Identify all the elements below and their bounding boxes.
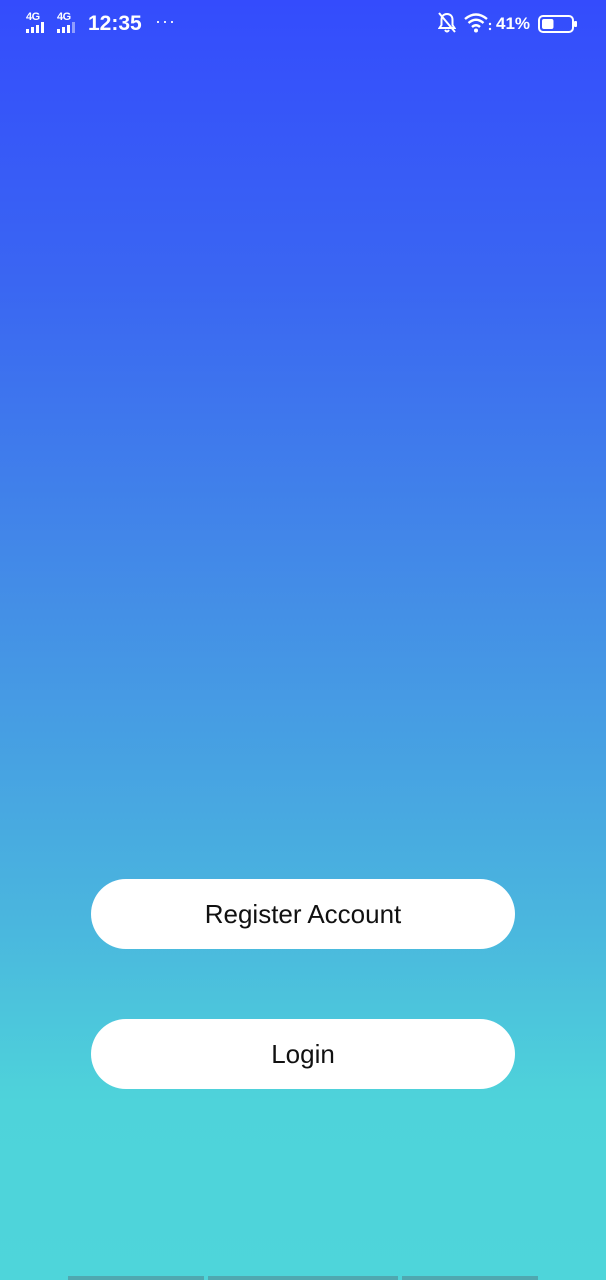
wifi-icon (464, 13, 492, 33)
more-notifications-icon: ··· (155, 11, 176, 31)
register-account-button[interactable]: Register Account (91, 879, 515, 949)
clock: 12:35 (88, 12, 142, 35)
signal-icon (26, 22, 44, 33)
status-bar: 4G 4G 12:35 ··· 41% (0, 0, 606, 48)
login-button[interactable]: Login (91, 1019, 515, 1089)
nav-bar-segment (68, 1276, 204, 1280)
signal-icon (57, 22, 75, 33)
battery-percent: 41% (496, 14, 531, 33)
nav-bar-segment (402, 1276, 538, 1280)
welcome-screen: 4G 4G 12:35 ··· 41% Register Account Log… (0, 0, 606, 1280)
signal-2: 4G (57, 12, 83, 34)
signal-1: 4G (26, 12, 52, 34)
nav-bar-segment (208, 1276, 398, 1280)
battery-icon (538, 15, 577, 33)
notification-off-icon (438, 12, 456, 33)
